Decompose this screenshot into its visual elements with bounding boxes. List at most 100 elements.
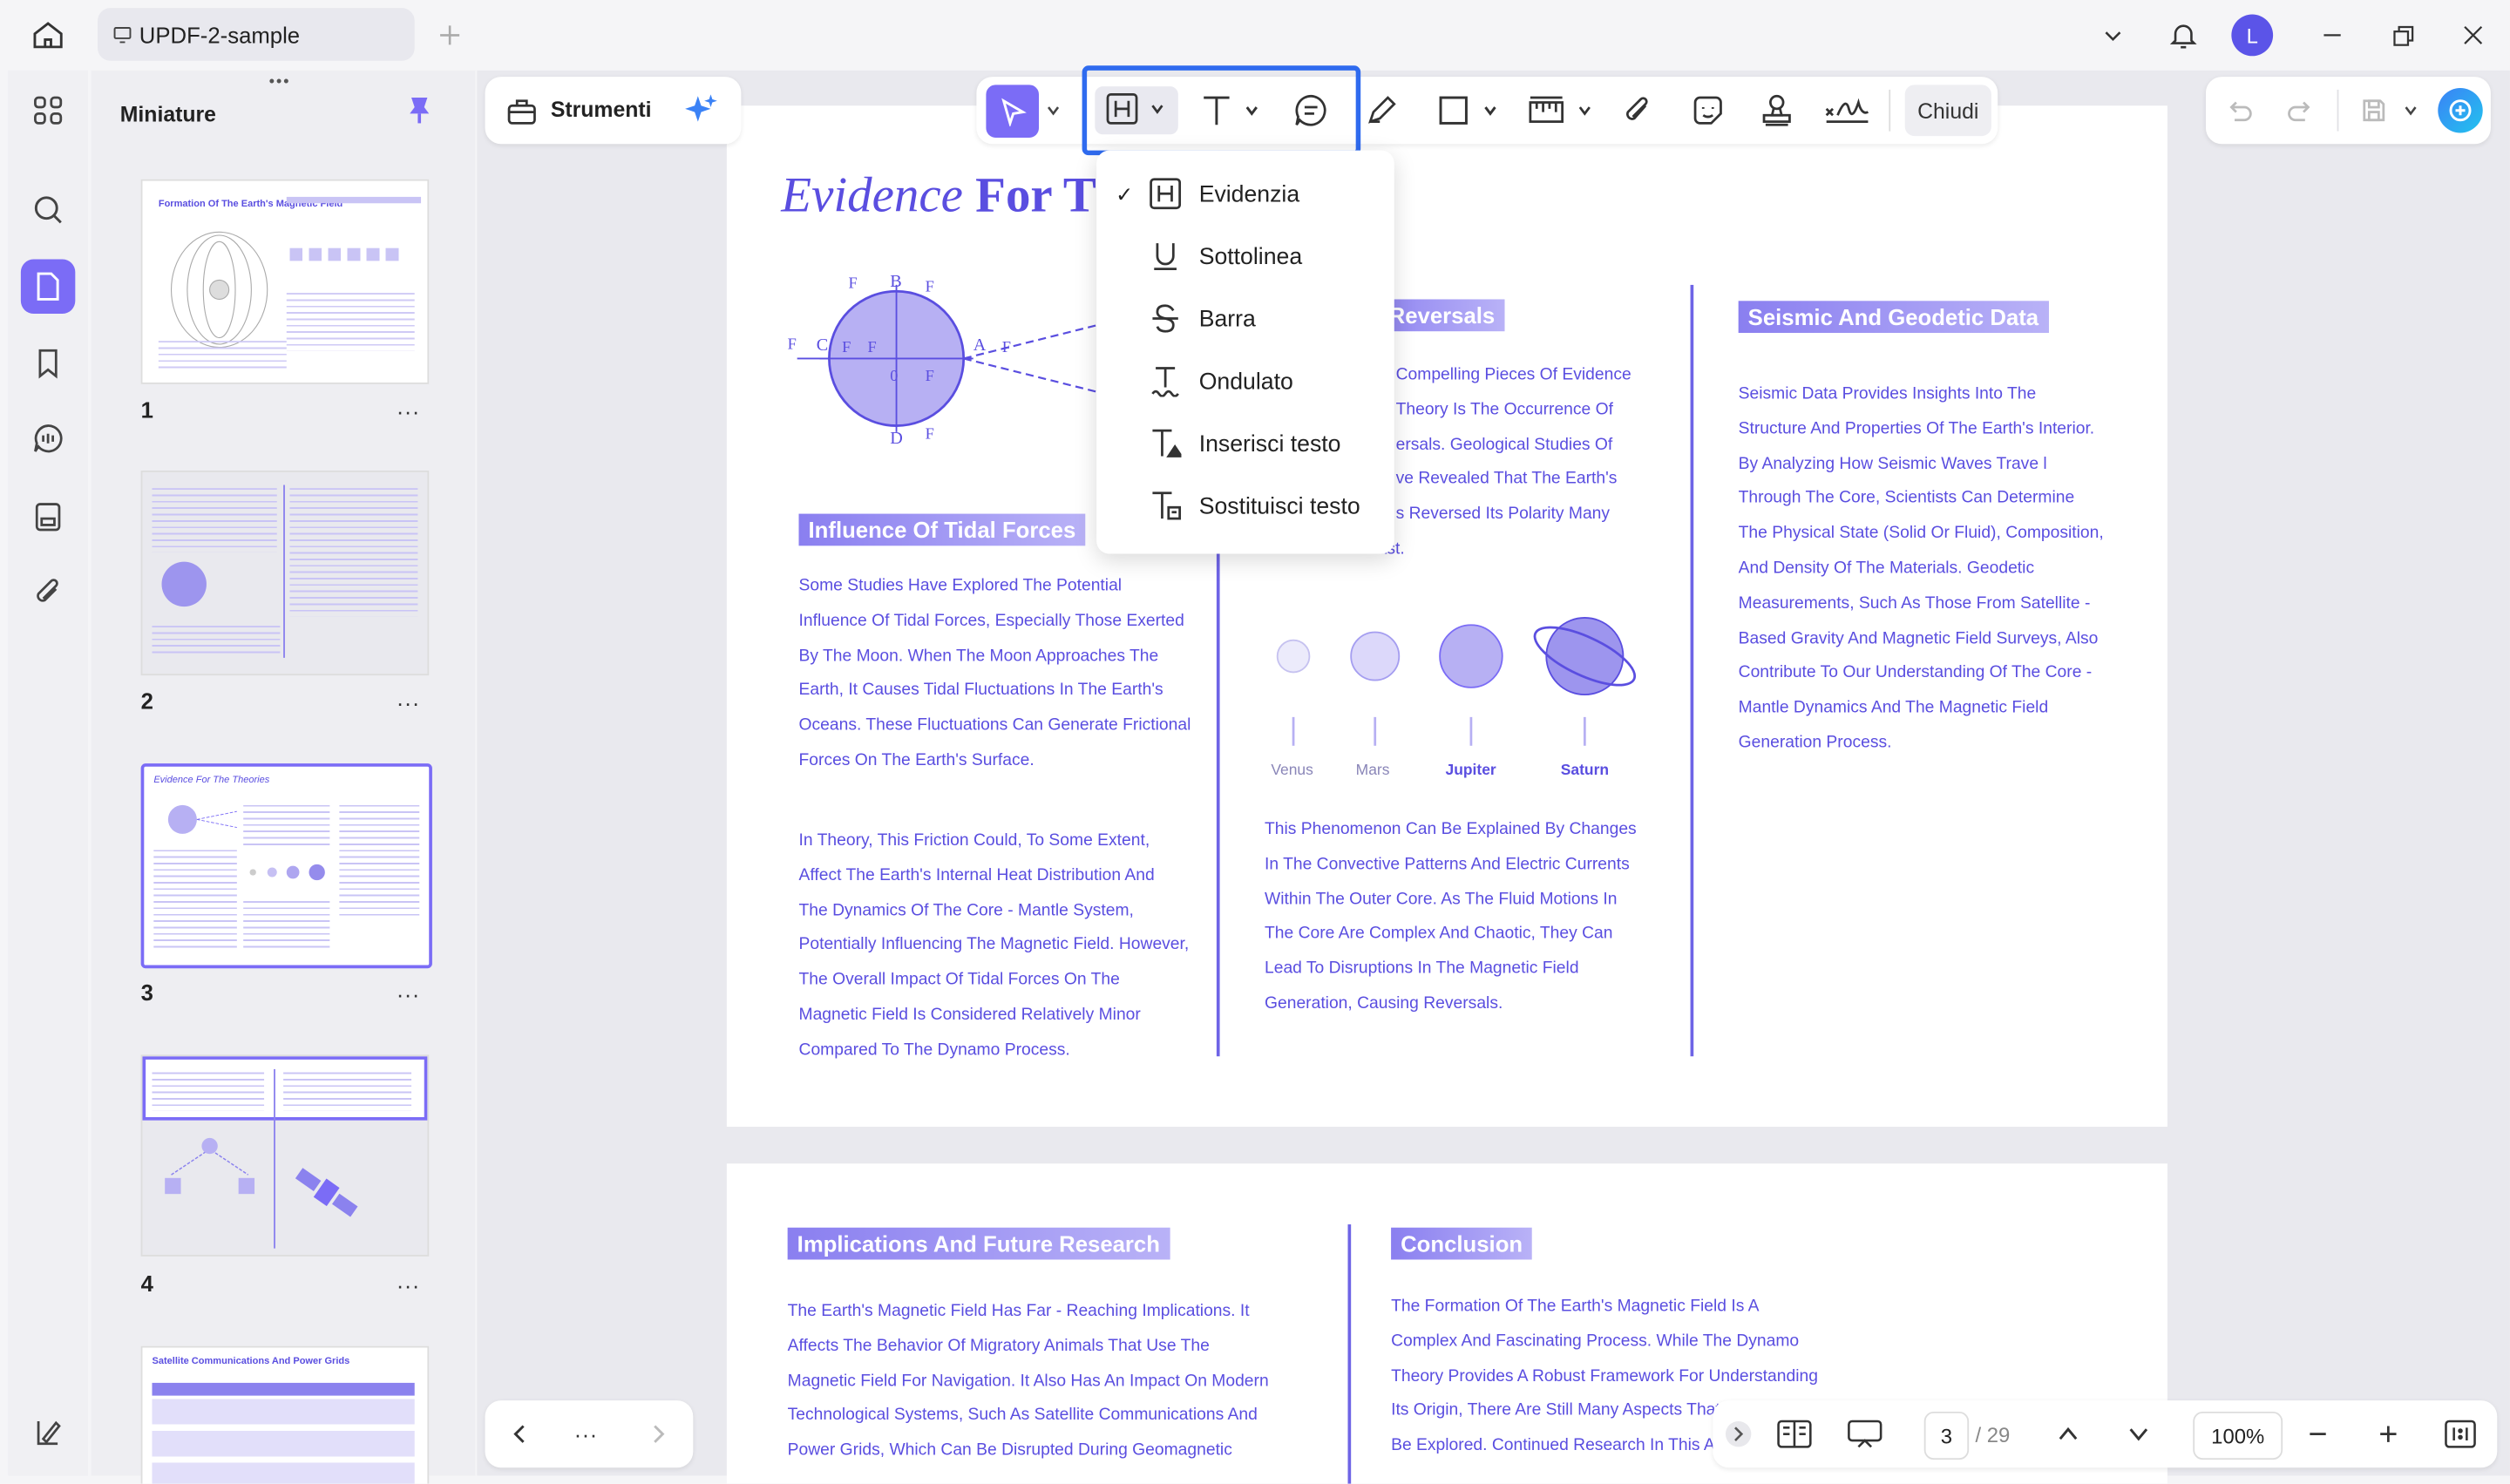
ai-assistant-icon[interactable] xyxy=(2438,88,2483,133)
left-rail xyxy=(8,70,89,1476)
measure-tool-button[interactable] xyxy=(1524,90,1598,132)
signature-icon[interactable] xyxy=(1821,90,1873,132)
diagram-label: A xyxy=(973,335,987,356)
diagram-label: F xyxy=(842,339,851,357)
planets-diagram xyxy=(1276,617,1637,746)
comments-icon[interactable] xyxy=(31,421,65,456)
menu-item-label: Inserisci testo xyxy=(1198,430,1341,457)
title-bar: UPDF-2-sample L xyxy=(0,0,2510,71)
section-heading: Seismic And Geodetic Data xyxy=(1738,301,2049,334)
page-thumbnail-2[interactable] xyxy=(140,470,430,676)
diagram-label: F xyxy=(848,274,858,294)
page-number-3: 3 xyxy=(140,979,153,1006)
menu-item-sostituisci-testo[interactable]: Sostituisci testo xyxy=(1096,475,1394,538)
redo-icon[interactable] xyxy=(2283,93,2317,128)
menu-item-barra[interactable]: Barra xyxy=(1096,288,1394,351)
reversals-para2: This Phenomenon Can Be Explained By Chan… xyxy=(1264,819,1637,1013)
page-thumbnail-4[interactable] xyxy=(140,1054,430,1257)
planet-label: Jupiter xyxy=(1445,762,1496,780)
zoom-out-icon[interactable] xyxy=(2302,1418,2334,1450)
bell-icon[interactable] xyxy=(2164,16,2202,54)
minimize-icon[interactable] xyxy=(2317,19,2349,51)
page-options-3[interactable]: ... xyxy=(397,976,421,1001)
diagram-label: C xyxy=(816,335,829,356)
insert-text-icon xyxy=(1150,427,1182,459)
avatar[interactable]: L xyxy=(2231,14,2274,57)
pin-icon[interactable] xyxy=(402,93,437,128)
page-options-2[interactable]: ... xyxy=(397,685,421,710)
page-options-4[interactable]: ... xyxy=(397,1268,421,1293)
presentation-icon[interactable] xyxy=(1848,1416,1882,1451)
page-options-1[interactable]: ... xyxy=(397,394,421,419)
paperclip-icon[interactable] xyxy=(1617,90,1659,132)
select-tool-button[interactable] xyxy=(986,85,1040,138)
tidal-para2: In Theory, This Friction Could, To Some … xyxy=(798,830,1190,1060)
page-layout-icon[interactable] xyxy=(1777,1416,1812,1451)
undo-icon[interactable] xyxy=(2222,93,2256,128)
history-toolbar xyxy=(2205,77,2491,145)
section-heading: Conclusion xyxy=(1391,1227,1533,1260)
menu-item-evidenzia[interactable]: ✓ Evidenzia xyxy=(1096,163,1394,226)
tidal-force-diagram xyxy=(797,284,1118,432)
seismic-para: Seismic Data Provides Insights Into The S… xyxy=(1738,383,2104,753)
menu-item-ondulato[interactable]: Ondulato xyxy=(1096,350,1394,413)
collapse-arrow-icon[interactable] xyxy=(1725,1420,1752,1447)
section-heading: Influence Of Tidal Forces xyxy=(798,513,1086,546)
apps-grid-icon[interactable] xyxy=(31,93,65,128)
page-thumbnail-5[interactable]: Satellite Communications And Power Grids xyxy=(140,1345,430,1484)
page-thumbnail-1[interactable]: Formation Of The Earth's Magnetic Field xyxy=(140,179,430,384)
chevron-down-icon[interactable] xyxy=(2401,101,2420,120)
tools-button[interactable]: Strumenti xyxy=(485,77,742,145)
implications-para: The Earth's Magnetic Field Has Far - Rea… xyxy=(787,1301,1269,1460)
strikethrough-icon xyxy=(1150,302,1182,335)
sticker-icon[interactable] xyxy=(1687,90,1729,132)
pencil-icon[interactable] xyxy=(1360,90,1402,132)
chevron-right-icon[interactable] xyxy=(642,1418,675,1450)
squiggly-icon xyxy=(1150,365,1182,397)
section-heading: Implications And Future Research xyxy=(787,1227,1170,1260)
chevron-left-icon[interactable] xyxy=(505,1418,537,1450)
page-thumbnail-3[interactable]: Evidence For The Theories xyxy=(140,763,432,969)
new-tab-icon[interactable] xyxy=(434,19,466,51)
page-number-input[interactable]: 3 xyxy=(1923,1411,1970,1460)
search-icon[interactable] xyxy=(31,192,65,227)
thumbnails-icon[interactable] xyxy=(20,259,76,314)
diagram-label: F xyxy=(925,425,934,444)
toolbox-icon xyxy=(505,93,539,128)
document-tab[interactable]: UPDF-2-sample xyxy=(98,8,415,61)
close-tools-button[interactable]: Chiudi xyxy=(1904,85,1991,137)
page-title: Evidence For T xyxy=(781,166,1096,223)
tools-label: Strumenti xyxy=(550,98,652,122)
underline-icon xyxy=(1150,241,1182,273)
stamp-icon[interactable] xyxy=(1756,90,1798,132)
zoom-level[interactable]: 100% xyxy=(2193,1411,2283,1460)
organize-pages-icon[interactable] xyxy=(31,499,65,534)
attachment-icon[interactable] xyxy=(31,574,65,609)
chevron-up-icon[interactable] xyxy=(2052,1418,2085,1450)
zoom-in-icon[interactable] xyxy=(2372,1418,2405,1450)
panel-title: Miniature xyxy=(119,102,216,127)
reversals-para1: Compelling Pieces Of Evidence Theory Is T… xyxy=(1395,364,1632,524)
menu-item-inserisci-testo[interactable]: Inserisci testo xyxy=(1096,413,1394,476)
page-number-2: 2 xyxy=(140,688,153,715)
diagram-label: D xyxy=(890,429,903,449)
planet-label: Saturn xyxy=(1560,762,1610,780)
more-options[interactable]: ... xyxy=(574,1416,598,1441)
chevron-down-icon[interactable] xyxy=(2122,1418,2154,1450)
restore-icon[interactable] xyxy=(2387,19,2419,51)
ai-assistant-rail-icon[interactable] xyxy=(31,1415,65,1450)
chevron-down-icon[interactable] xyxy=(2097,19,2129,51)
menu-item-label: Evidenzia xyxy=(1198,181,1300,207)
shape-tool-button[interactable] xyxy=(1431,90,1504,132)
bookmark-icon[interactable] xyxy=(31,346,65,381)
ai-sparkle-icon[interactable] xyxy=(683,93,718,128)
actual-size-icon[interactable] xyxy=(2443,1416,2478,1451)
menu-item-sottolinea[interactable]: Sottolinea xyxy=(1096,226,1394,288)
chevron-down-icon[interactable] xyxy=(1044,101,1063,120)
save-icon[interactable] xyxy=(2357,93,2391,128)
planet-label: Venus xyxy=(1271,762,1313,780)
panel-resize-handle[interactable]: ••• xyxy=(269,73,291,91)
check-icon: ✓ xyxy=(1116,181,1134,207)
home-icon[interactable] xyxy=(29,16,67,54)
close-window-icon[interactable] xyxy=(2457,19,2489,51)
